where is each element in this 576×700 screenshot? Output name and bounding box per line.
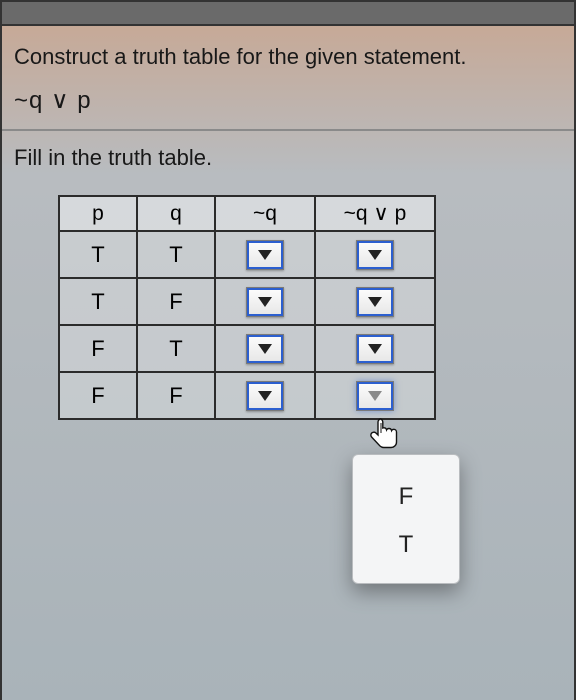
chevron-down-icon bbox=[368, 344, 382, 354]
content-area: Construct a truth table for the given st… bbox=[2, 26, 574, 420]
window-frame: Construct a truth table for the given st… bbox=[0, 0, 576, 700]
cell-q: F bbox=[137, 278, 215, 325]
dropdown-not-q-row4[interactable] bbox=[246, 381, 284, 411]
cell-result bbox=[315, 278, 435, 325]
dropdown-not-q-row1[interactable] bbox=[246, 240, 284, 270]
chevron-down-icon bbox=[258, 297, 272, 307]
cell-not-q bbox=[215, 372, 315, 419]
cell-p: T bbox=[59, 278, 137, 325]
cell-q: T bbox=[137, 325, 215, 372]
header-result: ~q ∨ p bbox=[315, 196, 435, 231]
cell-result bbox=[315, 325, 435, 372]
dropdown-result-row4[interactable] bbox=[356, 381, 394, 411]
table-row: T F bbox=[59, 278, 435, 325]
chevron-down-icon bbox=[258, 344, 272, 354]
truth-table: p q ~q ~q ∨ p T T T bbox=[58, 195, 436, 420]
chevron-down-icon bbox=[258, 391, 272, 401]
statement-text: ~q ∨ p bbox=[14, 86, 564, 115]
header-q: q bbox=[137, 196, 215, 231]
divider bbox=[2, 129, 574, 131]
header-not-q: ~q bbox=[215, 196, 315, 231]
dropdown-result-row2[interactable] bbox=[356, 287, 394, 317]
chevron-down-icon bbox=[368, 297, 382, 307]
chevron-down-icon bbox=[368, 250, 382, 260]
cell-result bbox=[315, 231, 435, 278]
table-row: F F bbox=[59, 372, 435, 419]
cell-not-q bbox=[215, 325, 315, 372]
chevron-down-icon bbox=[258, 250, 272, 260]
cell-p: T bbox=[59, 231, 137, 278]
cell-not-q bbox=[215, 278, 315, 325]
cell-result bbox=[315, 372, 435, 419]
table-row: T T bbox=[59, 231, 435, 278]
window-titlebar bbox=[2, 2, 574, 26]
dropdown-result-row3[interactable] bbox=[356, 334, 394, 364]
table-row: F T bbox=[59, 325, 435, 372]
instruction-text: Construct a truth table for the given st… bbox=[14, 44, 564, 70]
dropdown-option-f[interactable]: F bbox=[353, 473, 459, 521]
cell-not-q bbox=[215, 231, 315, 278]
dropdown-result-row1[interactable] bbox=[356, 240, 394, 270]
dropdown-option-t[interactable]: T bbox=[353, 521, 459, 569]
cell-q: F bbox=[137, 372, 215, 419]
table-header-row: p q ~q ~q ∨ p bbox=[59, 196, 435, 231]
cell-p: F bbox=[59, 372, 137, 419]
header-p: p bbox=[59, 196, 137, 231]
cell-q: T bbox=[137, 231, 215, 278]
chevron-down-icon bbox=[368, 391, 382, 401]
dropdown-not-q-row3[interactable] bbox=[246, 334, 284, 364]
dropdown-menu: F T bbox=[352, 454, 460, 584]
fill-prompt: Fill in the truth table. bbox=[14, 145, 564, 171]
cell-p: F bbox=[59, 325, 137, 372]
dropdown-not-q-row2[interactable] bbox=[246, 287, 284, 317]
